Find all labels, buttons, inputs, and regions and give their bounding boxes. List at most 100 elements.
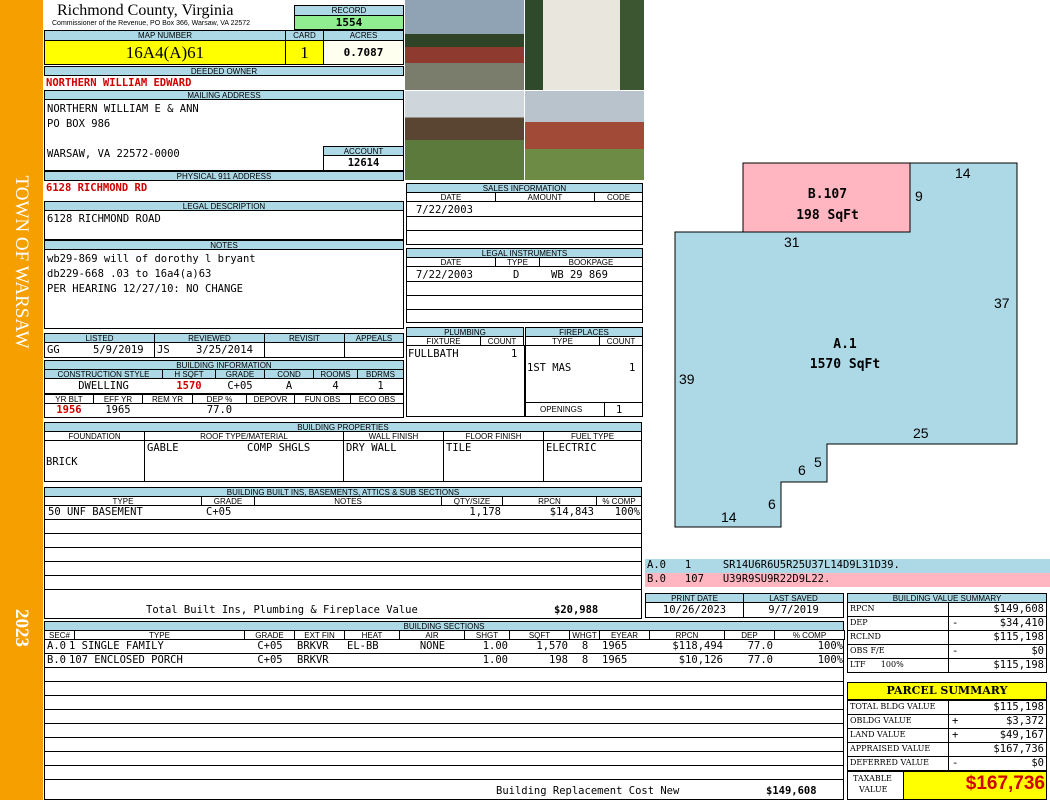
sidebar <box>0 0 43 800</box>
parcel-summary-row-label: OBLDG VALUE <box>850 716 912 725</box>
value-summary-row: LTF 100% $115,198 <box>847 658 1047 673</box>
bedrooms: 1 <box>377 380 384 392</box>
builtins-total-label: Total Built Ins, Plumbing & Fireplace Va… <box>146 604 418 616</box>
dim-25: 25 <box>913 425 929 441</box>
sections-cell: C+05 <box>257 640 283 652</box>
last-saved: 9/7/2019 <box>768 604 819 616</box>
plumbing-fixture: FULLBATH <box>408 348 459 360</box>
roof-type: GABLE <box>147 442 179 454</box>
reviewed-by: JS <box>157 344 170 356</box>
mailing-line-1: NORTHERN WILLIAM E & ANN <box>47 103 199 115</box>
sections-cell: 8 <box>581 654 589 666</box>
parcel-summary-row: APPRAISED VALUE $167,736 <box>847 742 1047 757</box>
parcel-summary-row-value: $115,198 <box>993 701 1044 713</box>
sections-cell: $118,494 <box>672 640 723 652</box>
plumbing-count: 1 <box>511 348 518 360</box>
builtins-total: $20,988 <box>554 604 599 616</box>
taxable-label-2: VALUE <box>859 785 888 794</box>
openings: 1 <box>616 404 623 416</box>
parcel-summary-row-sign: + <box>952 715 959 727</box>
parcel-summary-row: DEFERRED VALUE - $0 <box>847 756 1047 771</box>
roof-material: COMP SHGLS <box>247 442 311 454</box>
sketch-a-label: A.1 <box>833 337 857 352</box>
value-summary-row-value: $115,198 <box>993 631 1044 643</box>
year-built: 1956 <box>56 404 82 416</box>
fuel-type: ELECTRIC <box>546 442 597 454</box>
parcel-summary-label: PARCEL SUMMARY <box>847 682 1047 700</box>
sections-cell: 100% <box>817 640 843 652</box>
value-summary-row-value: $149,608 <box>993 603 1044 615</box>
sections-cell: 1965 <box>602 654 628 666</box>
depreciation: 77.0 <box>206 404 233 416</box>
rear-house-photo <box>525 91 644 180</box>
taxable-value: $167,736 <box>965 773 1045 794</box>
account-number: 12614 <box>323 155 404 171</box>
dim-6b: 6 <box>768 496 776 512</box>
legal-description: 6128 RICHMOND ROAD <box>47 213 161 225</box>
foundation: BRICK <box>46 456 78 468</box>
map-number: 16A4(A)61 <box>44 40 286 65</box>
sections-cell: $10,126 <box>678 654 723 666</box>
bi-row-rpcn: $14,843 <box>549 506 594 518</box>
builtins-box <box>44 505 642 619</box>
condition: A <box>285 380 293 392</box>
front-house-photo <box>405 0 524 90</box>
sketch-code-a: A.0 1 SR14U6R6U5R25U37L14D9L31D39. <box>647 559 900 571</box>
value-summary-row: OBS F/E - $0 <box>847 644 1047 659</box>
value-summary-row-label: DEP <box>850 618 868 627</box>
rcn-value: $149,608 <box>766 785 817 797</box>
value-summary-row-label: LTF 100% <box>850 660 904 669</box>
dim-37: 37 <box>994 295 1010 311</box>
sections-cell: 1.00 <box>482 654 508 666</box>
parcel-summary-row-label: APPRAISED VALUE <box>850 744 931 753</box>
parcel-summary-row-value: $0 <box>1031 757 1044 769</box>
listed-by: GG <box>47 344 60 356</box>
taxable-label-1: TAXABLE <box>853 774 892 783</box>
openings-label: OPENINGS <box>540 405 583 414</box>
rcn-label: Building Replacement Cost New <box>496 785 680 797</box>
commissioner-text: Commissioner of the Revenue, PO Box 366,… <box>52 20 251 27</box>
parcel-summary-row-label: DEFERRED VALUE <box>850 758 929 767</box>
county-title: Richmond County, Virginia <box>57 2 234 19</box>
note-line-3: PER HEARING 12/27/10: NO CHANGE <box>47 283 243 295</box>
parcel-summary-row: OBLDG VALUE + $3,372 <box>847 714 1047 729</box>
bi-row-type: 50 UNF BASEMENT <box>48 506 143 518</box>
value-summary-row: RPCN $149,608 <box>847 602 1047 617</box>
note-line-1: wb29-869 will of dorothy l bryant <box>47 253 256 265</box>
fireplace-type: 1ST MAS <box>527 362 572 374</box>
value-summary-row-label: OBS F/E <box>850 646 885 655</box>
sections-cell: NONE <box>419 640 446 652</box>
sections-cell: 100% <box>817 654 843 666</box>
shed-photo <box>525 0 644 90</box>
mailing-line-2: PO BOX 986 <box>47 118 111 130</box>
building-sketch <box>674 162 1018 528</box>
deeded-owner: NORTHERN WILLIAM EDWARD <box>46 77 192 89</box>
carport-photo <box>405 91 524 180</box>
sketch-code-b: B.0 107 U39R9SU9R22D9L22. <box>647 573 831 585</box>
bi-row-comp: 100% <box>614 506 640 518</box>
parcel-summary-row-sign: + <box>952 729 959 741</box>
sections-cell: 1,570 <box>536 640 568 652</box>
li-type: D <box>513 269 520 281</box>
parcel-summary-row: TOTAL BLDG VALUE $115,198 <box>847 700 1047 715</box>
deeded-owner-label: DEEDED OWNER <box>44 66 404 76</box>
physical-address: 6128 RICHMOND RD <box>46 182 148 194</box>
value-summary-row-value: $34,410 <box>999 617 1044 629</box>
sections-cell: 1 SINGLE FAMILY <box>69 640 164 652</box>
listed-date: 5/9/2019 <box>93 344 144 356</box>
value-summary-row-value: $0 <box>1031 645 1044 657</box>
record-number: 1554 <box>294 15 404 30</box>
print-date: 10/26/2023 <box>662 604 727 616</box>
sections-cell: BRKVR <box>297 654 329 666</box>
physical-address-label: PHYSICAL 911 ADDRESS <box>44 171 404 181</box>
dim-9: 9 <box>915 188 923 204</box>
li-book: WB 29 869 <box>551 269 608 281</box>
sections-cell: 77.0 <box>747 654 773 666</box>
dim-31: 31 <box>784 234 800 250</box>
sale-date: 7/22/2003 <box>416 204 473 216</box>
rooms: 4 <box>332 380 339 392</box>
acres-value: 0.7087 <box>323 40 404 65</box>
note-line-2: db229-668 .03 to 16a4(a)63 <box>47 268 212 280</box>
sketch-a-sqft: 1570 SqFt <box>809 357 881 372</box>
dim-top-14: 14 <box>955 165 971 181</box>
